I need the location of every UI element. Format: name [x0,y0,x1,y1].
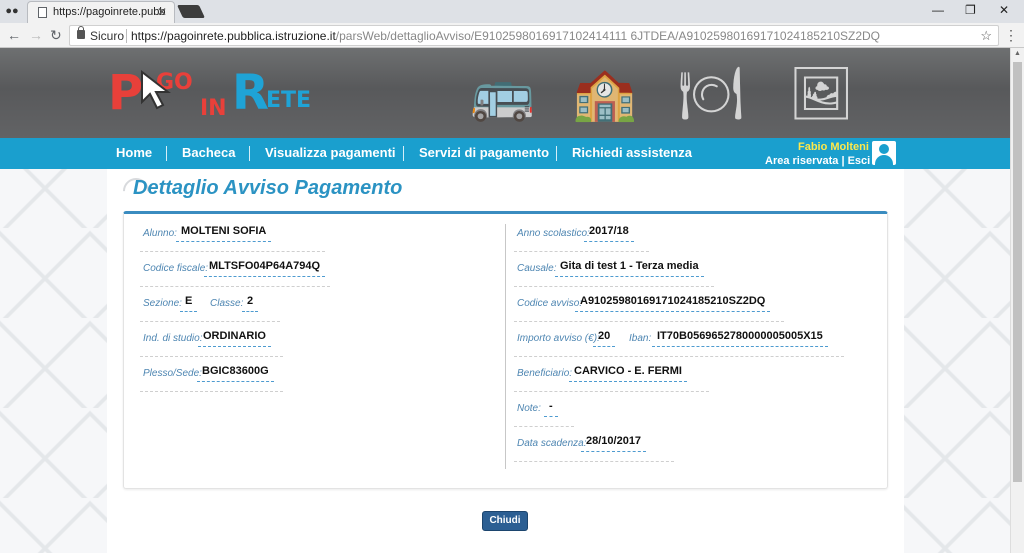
forward-icon[interactable]: → [29,27,43,43]
nav-servizi-pagamento[interactable]: Servizi di pagamento [419,145,549,160]
cursor-arrow-icon [141,70,171,110]
url-text[interactable]: https://pagoinrete.pubblica.istruzione.i… [131,29,880,43]
user-avatar-icon[interactable] [872,141,896,165]
museum-frame-icon: 🖼 [788,65,855,123]
value-codice-fiscale: MLTSFO04P64A794Q [204,259,326,277]
label-codice-avviso: Codice avviso: [517,298,583,309]
logo-letter-r: R [232,65,269,121]
page-title: Dettaglio Avviso Pagamento [133,177,403,199]
nav-separator [249,146,250,161]
label-classe: Classe: [210,298,244,309]
label-indirizzo-studio: Ind. di studio: [143,333,203,344]
user-name: Fabio Molteni [798,141,869,153]
logo-in: IN [200,96,227,121]
row-beneficiario: Beneficiario: CARVICO - E. FERMI [514,362,709,392]
close-tab-icon[interactable]: ✕ [157,5,167,19]
value-note: - [544,399,558,417]
row-indirizzo-studio: Ind. di studio: ORDINARIO [140,327,283,357]
lock-icon [77,26,85,39]
browser-toolbar: ← → ↻ Sicuro https://pagoinrete.pubblica… [0,23,1024,48]
nav-home[interactable]: Home [116,145,152,160]
column-divider [505,224,506,469]
site-header: P GO IN R ETE 🚌 🏫 🍽 🖼 [0,48,1010,138]
restore-icon[interactable]: ❐ [965,3,976,17]
label-codice-fiscale: Codice fiscale: [143,263,209,274]
row-data-scadenza: Data scadenza: 28/10/2017 [514,432,674,462]
row-sezione-classe: Sezione: E Classe: 2 [140,292,280,322]
label-data-scadenza: Data scadenza: [517,438,587,449]
nav-richiedi-assistenza[interactable]: Richiedi assistenza [572,145,692,160]
school-building-icon: 🏫 [572,65,637,123]
row-plesso-sede: Plesso/Sede: BGIC83600G [140,362,283,392]
label-importo-avviso: Importo avviso (€): [517,333,600,344]
value-classe: 2 [242,294,259,312]
cutlery-plate-icon: 🍽 [677,65,744,123]
label-causale: Causale: [517,263,557,274]
page-favicon-icon [38,7,47,18]
logo-ete: ETE [266,88,312,113]
avviso-detail-card: Alunno: MOLTENI SOFIA Codice fiscale: ML… [123,211,888,489]
close-button[interactable]: Chiudi [482,511,528,531]
tab-title: https://pagoinrete.pubbl [53,6,165,18]
label-anno-scolastico: Anno scolastico: [517,228,590,239]
label-beneficiario: Beneficiario: [517,368,573,379]
scroll-up-icon[interactable]: ▲ [1014,50,1021,57]
label-note: Note: [517,403,541,414]
nav-separator [166,146,167,161]
nav-visualizza-pagamenti[interactable]: Visualizza pagamenti [265,145,396,160]
row-codice-fiscale: Codice fiscale: MLTSFO04P64A794Q [140,257,330,287]
row-importo-iban: Importo avviso (€): 20 Iban: IT70B056965… [514,327,844,357]
main-navbar: Home Bacheca Visualizza pagamenti Serviz… [0,138,1010,169]
url-host: https://pagoinrete.pubblica.istruzione.i… [131,29,336,43]
address-separator [126,29,127,43]
avatar-head [879,144,889,154]
value-causale: Gita di test 1 - Terza media [555,259,704,277]
label-sezione: Sezione: [143,298,182,309]
web-page: P GO IN R ETE 🚌 🏫 🍽 🖼 Home Bacheca Visua… [0,48,1010,553]
incognito-icon: ●● [5,5,19,17]
address-bar[interactable]: Sicuro https://pagoinrete.pubblica.istru… [69,25,999,46]
nav-bacheca[interactable]: Bacheca [182,145,235,160]
minimize-icon[interactable]: — [932,3,944,17]
value-anno-scolastico: 2017/18 [584,224,634,242]
bookmark-star-icon[interactable]: ☆ [980,28,992,44]
secure-label: Sicuro [90,29,125,43]
value-importo-avviso: 20 [593,329,616,347]
main-content: Dettaglio Avviso Pagamento Alunno: MOLTE… [107,169,904,553]
nav-separator [556,146,557,161]
close-window-icon[interactable]: ✕ [999,3,1009,17]
row-causale: Causale: Gita di test 1 - Terza media [514,257,714,287]
page-scrollbar[interactable]: ▲ [1010,48,1024,553]
value-data-scadenza: 28/10/2017 [581,434,647,452]
row-alunno: Alunno: MOLTENI SOFIA [140,222,325,252]
value-beneficiario: CARVICO - E. FERMI [569,364,687,382]
browser-tab[interactable]: https://pagoinrete.pubbl ✕ [27,1,175,23]
row-note: Note: - [514,397,574,427]
reload-icon[interactable]: ↻ [50,27,62,43]
avatar-body [875,155,893,165]
row-codice-avviso: Codice avviso: A91025980169171024185210S… [514,292,784,322]
scrollbar-thumb[interactable] [1013,62,1022,482]
browser-menu-icon[interactable]: ⋮ [1004,27,1018,44]
new-tab-button[interactable] [176,5,206,18]
value-sezione: E [180,294,198,312]
label-alunno: Alunno: [143,228,177,239]
school-bus-icon: 🚌 [470,65,535,123]
value-indirizzo-studio: ORDINARIO [198,329,271,347]
back-icon[interactable]: ← [7,27,21,43]
value-alunno: MOLTENI SOFIA [176,224,272,242]
browser-tab-strip: ●● https://pagoinrete.pubbl ✕ — ❐ ✕ [0,0,1024,23]
label-plesso-sede: Plesso/Sede: [143,368,202,379]
area-riservata-link[interactable]: Area riservata | Esci [765,155,870,167]
value-plesso-sede: BGIC83600G [197,364,274,382]
value-iban: IT70B0569652780000005005X15 [652,329,828,347]
label-iban: Iban: [629,333,652,344]
value-codice-avviso: A91025980169171024185210SZ2DQ [575,294,771,312]
url-path: /parsWeb/dettaglioAvviso/E91025980169171… [335,29,880,43]
row-anno-scolastico: Anno scolastico: 2017/18 [514,222,649,252]
nav-separator [403,146,404,161]
